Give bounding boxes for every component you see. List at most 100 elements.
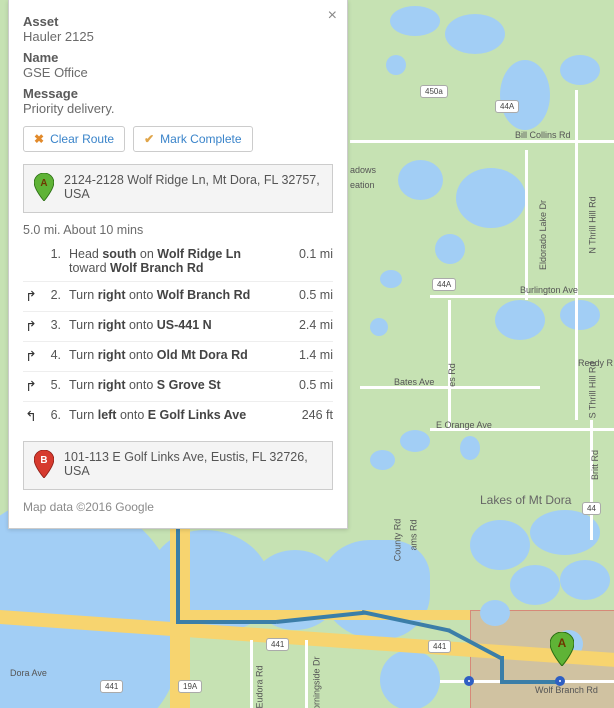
route-badge: 19A: [178, 680, 202, 693]
route-summary: 5.0 mi. About 10 mins: [23, 223, 333, 237]
road-minor: [575, 90, 578, 420]
city-label: Lakes of Mt Dora: [480, 493, 571, 507]
step-text: Turn right onto S Grove St: [69, 378, 279, 392]
step-number: 5.: [47, 378, 61, 392]
turn-arrow-icon: ↱: [23, 378, 39, 395]
step-number: 1.: [47, 247, 61, 261]
svg-text:A: A: [40, 178, 47, 189]
mark-complete-button[interactable]: ✔ Mark Complete: [133, 126, 252, 152]
lake: [560, 560, 610, 600]
road-label: adows: [350, 165, 376, 175]
step-distance: 246 ft: [287, 408, 333, 422]
road-label: Morningside Dr: [312, 656, 322, 708]
direction-step: ↱ 3. Turn right onto US-441 N 2.4 mi: [23, 311, 333, 341]
road-label: ams Rd: [409, 519, 419, 550]
destination-address-text: 101-113 E Golf Links Ave, Eustis, FL 327…: [64, 450, 322, 478]
directions-list: 1. Head south on Wolf Ridge Ln toward Wol…: [23, 241, 333, 431]
route-badge: 44: [582, 502, 601, 515]
route-segment: [176, 620, 276, 624]
step-text: Turn left onto E Golf Links Ave: [69, 408, 279, 422]
direction-step: ↱2.Turn right onto Wolf Branch Rd0.5 mi: [23, 281, 333, 311]
road-label: Burlington Ave: [520, 285, 578, 295]
route-panel: × Asset Hauler 2125 Name GSE Office Mess…: [8, 0, 348, 529]
map-attribution: Map data ©2016 Google: [23, 500, 333, 514]
road-label: N Thrill Hill Rd: [588, 196, 598, 253]
step-number: 6.: [47, 408, 61, 422]
route-segment: [500, 656, 504, 682]
turn-arrow-icon: ↱: [23, 318, 39, 335]
svg-text:B: B: [40, 455, 47, 466]
route-segment: [176, 522, 180, 620]
lake: [370, 318, 388, 336]
map-pin-a[interactable]: A: [550, 632, 574, 666]
lake: [398, 160, 443, 200]
turn-arrow-icon: ↰: [23, 408, 39, 425]
check-icon: ✔: [144, 132, 154, 146]
lake: [380, 650, 440, 708]
lake: [560, 55, 600, 85]
lake: [495, 300, 545, 340]
road-label: E Orange Ave: [436, 420, 492, 430]
road-label: Wolf Branch Rd: [535, 685, 598, 695]
name-value: GSE Office: [23, 65, 333, 80]
road-label: Eldorado Lake Dr: [538, 200, 548, 270]
lake: [470, 520, 530, 570]
road-label: Dora Ave: [10, 668, 47, 678]
step-text: Turn right onto Old Mt Dora Rd: [69, 348, 279, 362]
step-distance: 0.1 mi: [287, 247, 333, 261]
step-text: Turn right onto US-441 N: [69, 318, 279, 332]
route-badge: 441: [428, 640, 451, 653]
step-distance: 0.5 mi: [287, 288, 333, 302]
route-segment: [500, 680, 560, 684]
step-distance: 0.5 mi: [287, 378, 333, 392]
road-label: es Rd: [447, 363, 457, 387]
road-label: Eudora Rd: [255, 665, 265, 708]
road-minor: [305, 640, 308, 708]
route-badge: 441: [266, 638, 289, 651]
road-label: eation: [350, 180, 375, 190]
turn-arrow-icon: ↱: [23, 348, 39, 365]
step-number: 3.: [47, 318, 61, 332]
lake: [510, 565, 560, 605]
close-icon[interactable]: ×: [328, 8, 337, 24]
message-label: Message: [23, 86, 333, 101]
route-badge: 450a: [420, 85, 448, 98]
step-text: Turn right onto Wolf Branch Rd: [69, 288, 279, 302]
road-label: S Thrill Hill Rd: [587, 362, 597, 419]
asset-value: Hauler 2125: [23, 29, 333, 44]
lake: [500, 60, 550, 130]
step-distance: 1.4 mi: [287, 348, 333, 362]
lake: [386, 55, 406, 75]
origin-address-box: A 2124-2128 Wolf Ridge Ln, Mt Dora, FL 3…: [23, 164, 333, 213]
clear-route-button[interactable]: ✖ Clear Route: [23, 126, 125, 152]
route-badge: 44A: [495, 100, 519, 113]
road-minor: [430, 295, 614, 298]
road-label: County Rd: [392, 519, 402, 562]
route-badge: 44A: [432, 278, 456, 291]
step-text: Head south on Wolf Ridge Ln toward Wolf …: [69, 247, 279, 275]
lake: [480, 600, 510, 626]
map-pin-a-letter: A: [550, 636, 574, 650]
road-label: Bill Collins Rd: [515, 130, 571, 140]
destination-address-box: B 101-113 E Golf Links Ave, Eustis, FL 3…: [23, 441, 333, 490]
lake: [390, 6, 440, 36]
message-value: Priority delivery.: [23, 101, 333, 116]
asset-label: Asset: [23, 14, 333, 29]
step-distance: 2.4 mi: [287, 318, 333, 332]
route-waypoint-dot: [464, 676, 474, 686]
lake: [435, 234, 465, 264]
road-minor: [525, 150, 528, 300]
direction-step: ↰ 6. Turn left onto E Golf Links Ave 246 ft: [23, 401, 333, 431]
direction-step: ↱ 5. Turn right onto S Grove St 0.5 mi: [23, 371, 333, 401]
clear-route-label: Clear Route: [50, 132, 114, 146]
lake: [456, 168, 526, 228]
destination-pin-icon: B: [34, 450, 54, 481]
road-major: [170, 500, 190, 708]
road-label: Bates Ave: [394, 377, 434, 387]
button-row: ✖ Clear Route ✔ Mark Complete: [23, 126, 333, 152]
lake: [370, 450, 395, 470]
route-badge: 441: [100, 680, 123, 693]
direction-step: ↱ 4. Turn right onto Old Mt Dora Rd 1.4 mi: [23, 341, 333, 371]
step-number: 4.: [47, 348, 61, 362]
turn-arrow-icon: ↱: [23, 288, 39, 305]
